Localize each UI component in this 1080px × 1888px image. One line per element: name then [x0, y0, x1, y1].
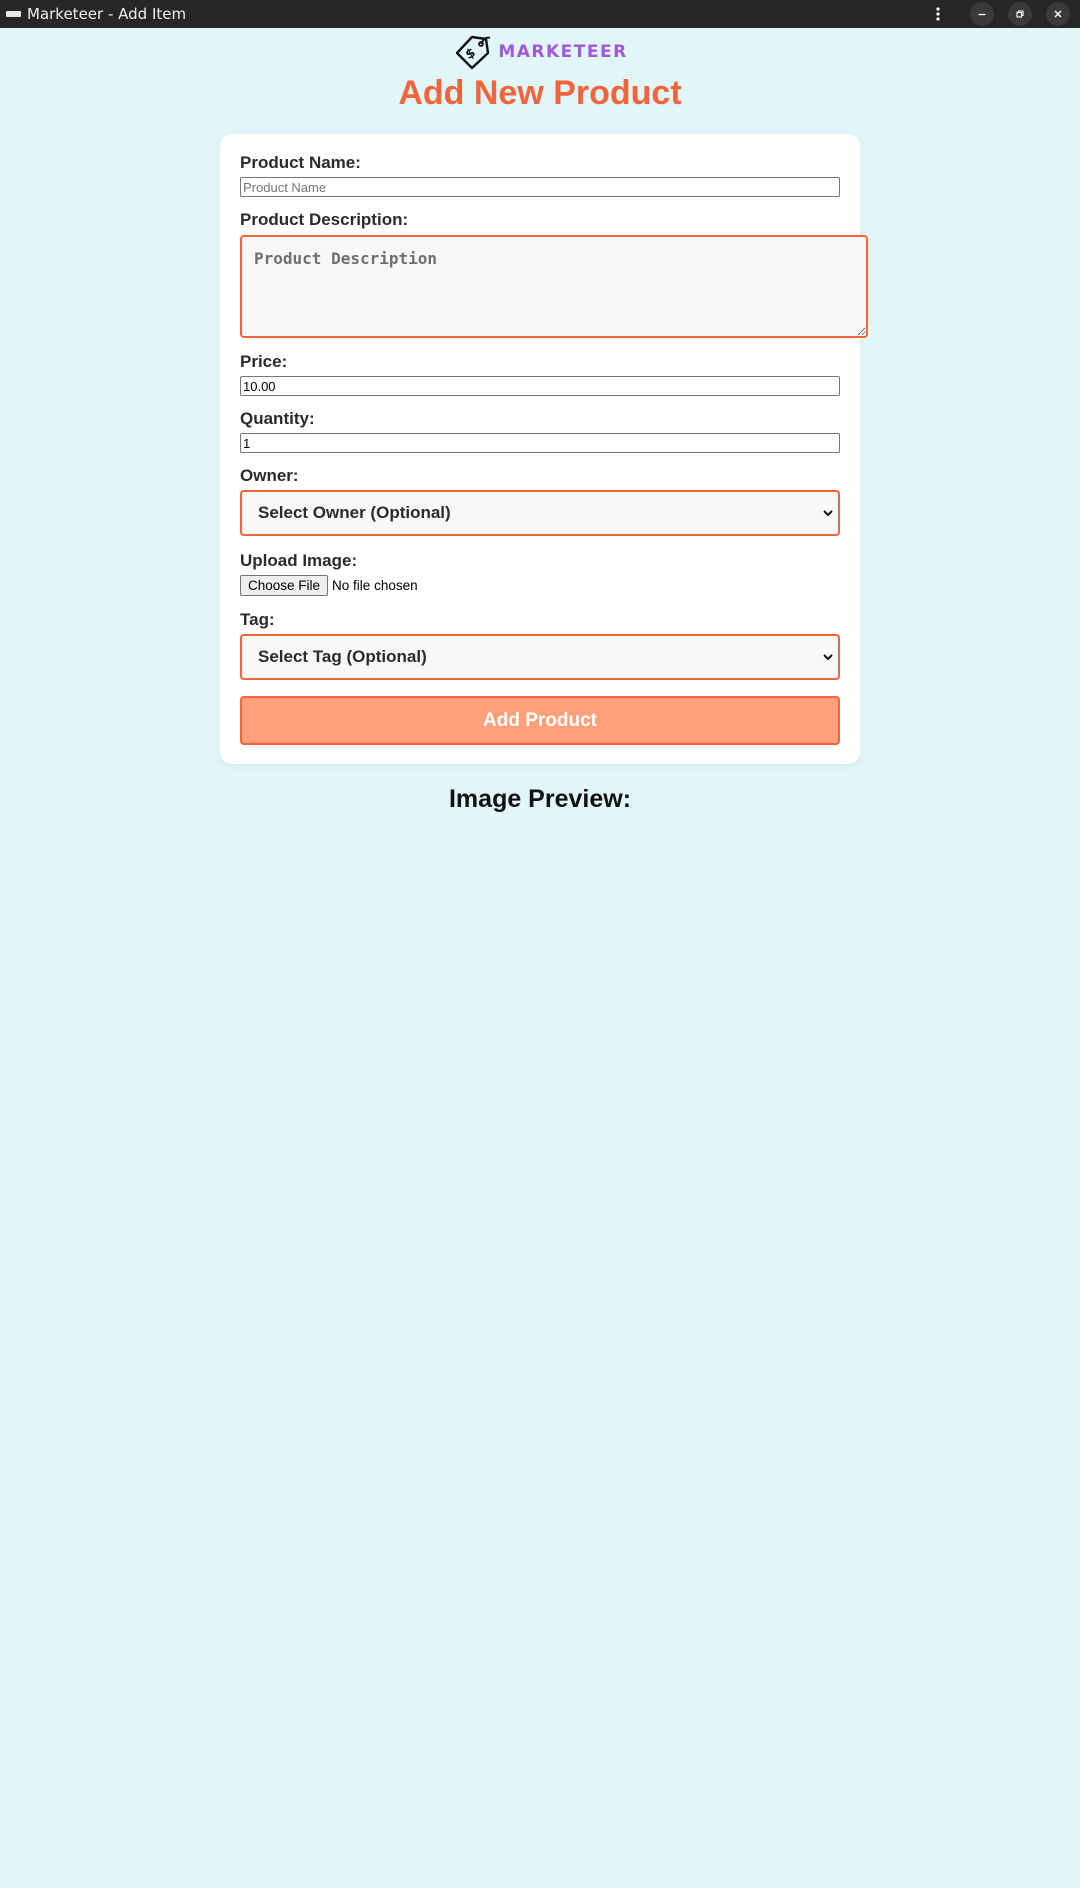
kebab-menu-icon[interactable] — [928, 0, 948, 28]
price-input[interactable] — [240, 376, 840, 396]
restore-button[interactable] — [1008, 2, 1032, 26]
page-title: Add New Product — [398, 74, 682, 112]
window-titlebar: Marketeer - Add Item — [0, 0, 1080, 28]
file-status: No file chosen — [332, 578, 418, 593]
window-controls — [928, 0, 1080, 28]
add-product-button[interactable]: Add Product — [240, 696, 840, 745]
app-icon — [6, 11, 21, 17]
quantity-label: Quantity: — [240, 409, 315, 428]
price-tag-icon: $ — [456, 35, 491, 70]
minimize-icon — [978, 13, 986, 16]
product-name-input[interactable] — [240, 177, 840, 197]
brand-name: MARKETEER — [498, 42, 628, 62]
file-upload: Choose File No file chosen — [240, 575, 418, 596]
chevron-down-icon — [823, 654, 833, 661]
owner-select-value: Select Owner (Optional) — [258, 503, 451, 522]
product-description-textarea[interactable] — [240, 235, 868, 338]
tag-select[interactable]: Select Tag (Optional) — [240, 634, 840, 680]
product-description-label: Product Description: — [240, 210, 409, 229]
choose-file-button[interactable]: Choose File — [240, 575, 329, 596]
price-label: Price: — [240, 352, 288, 371]
image-preview-heading: Image Preview: — [448, 785, 632, 813]
tag-label: Tag: — [240, 610, 275, 629]
owner-label: Owner: — [240, 466, 299, 485]
add-product-form: Product Name: Product Description: Price… — [220, 134, 868, 764]
chevron-down-icon — [823, 510, 833, 517]
quantity-input[interactable] — [240, 433, 840, 453]
window-title: Marketeer - Add Item — [27, 5, 187, 23]
owner-select[interactable]: Select Owner (Optional) — [240, 490, 840, 536]
brand-logo: $ MARKETEER — [0, 32, 1080, 72]
product-name-label: Product Name: — [240, 153, 361, 172]
close-button[interactable] — [1046, 2, 1070, 26]
minimize-button[interactable] — [970, 2, 994, 26]
upload-image-label: Upload Image: — [240, 551, 358, 570]
tag-select-value: Select Tag (Optional) — [258, 647, 427, 666]
close-icon — [1054, 10, 1062, 18]
restore-icon — [1016, 10, 1024, 18]
